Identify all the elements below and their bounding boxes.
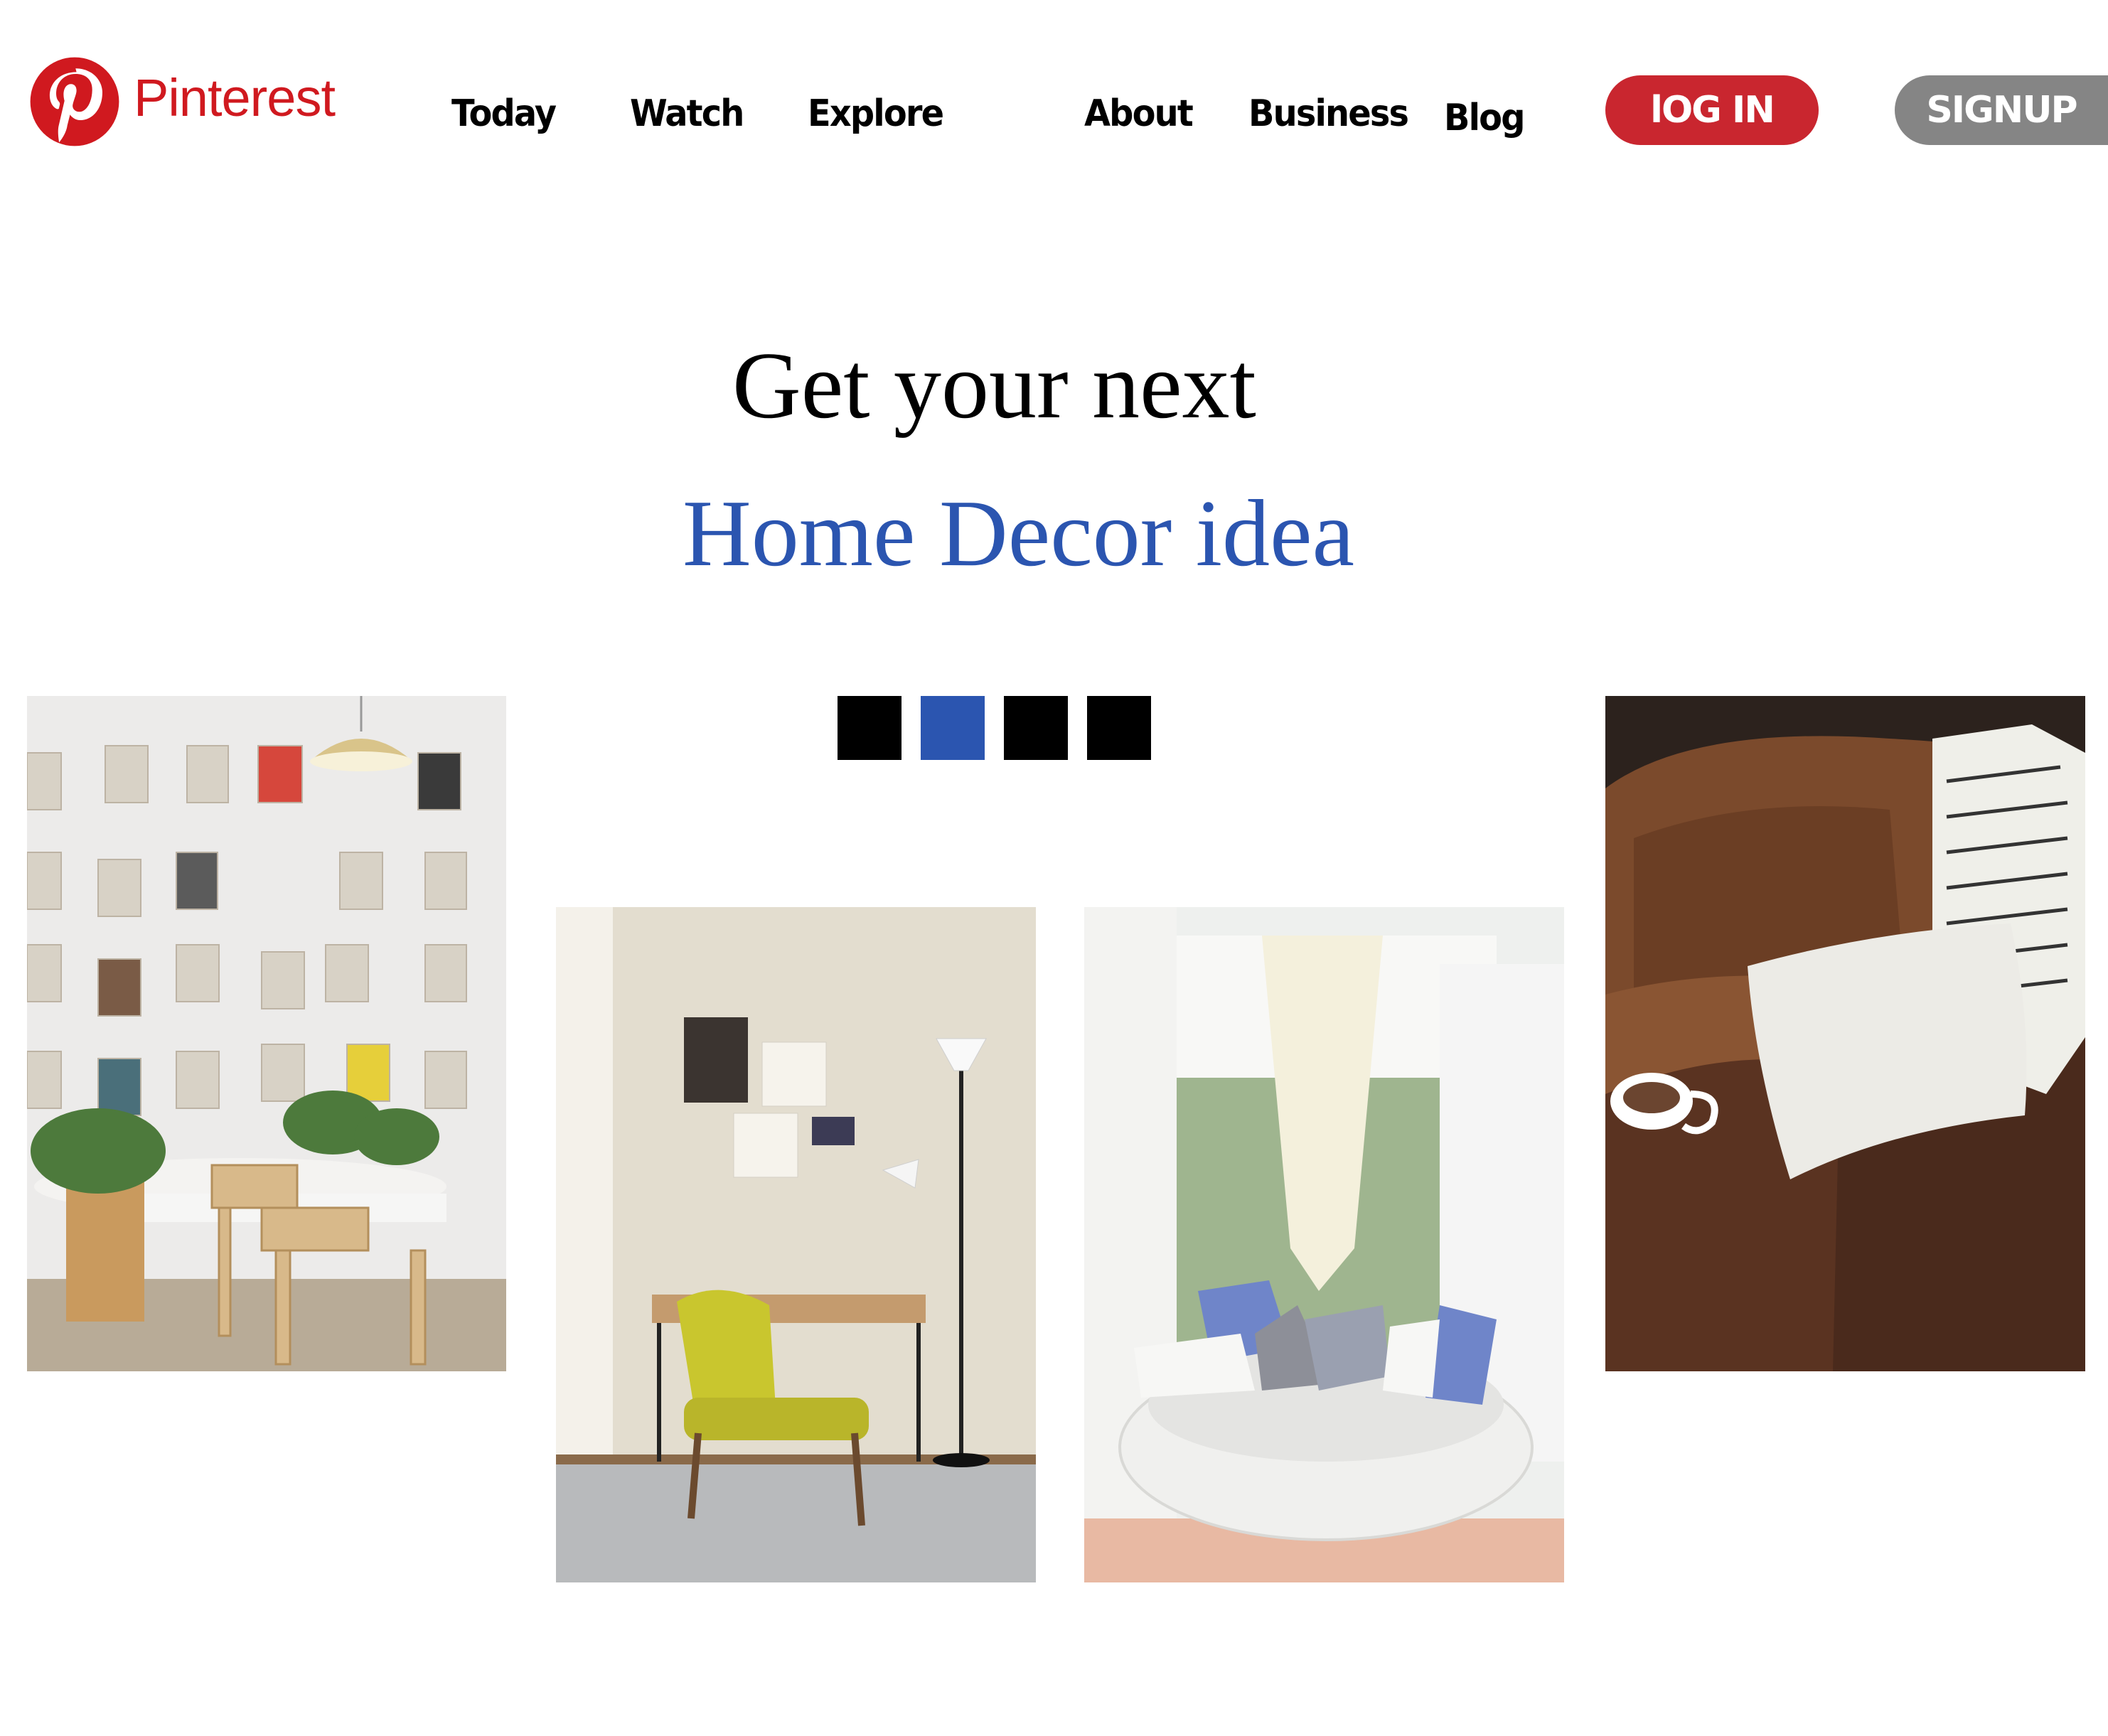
login-button[interactable]: lOG IN [1605, 75, 1819, 145]
signup-button[interactable]: SIGNUP [1895, 75, 2108, 145]
brand-name: Pinterest [134, 68, 336, 127]
photo-round-lounge-seat[interactable] [1084, 907, 1564, 1582]
carousel-indicator-1[interactable] [838, 696, 901, 760]
gallery-wall-image [27, 696, 506, 1371]
carousel-indicator-2[interactable] [921, 696, 985, 760]
pinterest-logo[interactable]: Pinterest [28, 54, 355, 154]
nav-explore[interactable]: Explore [808, 84, 944, 144]
nav-watch[interactable]: Watch [630, 84, 744, 144]
nav-about[interactable]: About [1084, 84, 1194, 144]
carousel-indicator-3[interactable] [1004, 696, 1068, 760]
nav-today[interactable]: Today [451, 84, 557, 144]
leather-armchair-image [1605, 696, 2085, 1371]
hero-line-1: Get your next [732, 333, 1256, 438]
hero-line-2: Home Decor idea [683, 481, 1355, 586]
photo-leather-armchair[interactable] [1605, 696, 2085, 1371]
pinterest-p-icon [30, 57, 119, 146]
photo-yellow-chair-desk[interactable] [556, 907, 1036, 1582]
nav-blog[interactable]: Blog [1444, 88, 1525, 148]
photo-gallery-wall[interactable] [27, 696, 506, 1371]
nav-business[interactable]: Business [1248, 84, 1409, 144]
round-lounge-seat-image [1084, 907, 1564, 1582]
yellow-chair-desk-image [556, 907, 1036, 1582]
carousel-indicator-4[interactable] [1087, 696, 1151, 760]
